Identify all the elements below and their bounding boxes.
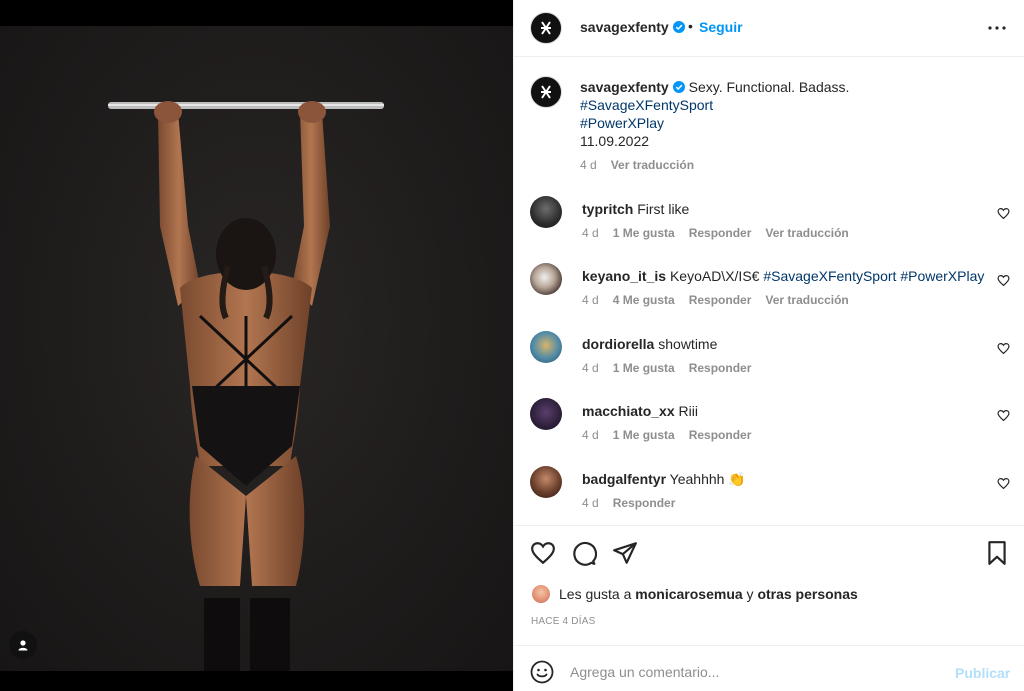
comment-time[interactable]: 4 d xyxy=(582,226,599,240)
heart-icon[interactable] xyxy=(997,477,1010,490)
likes-summary: Les gusta a monicarosemua y otras person… xyxy=(531,584,858,604)
separator-dot: • xyxy=(688,18,693,34)
comment-body: KeyoAD\X/IS€ xyxy=(669,268,760,284)
author-username[interactable]: savagexfenty xyxy=(580,19,685,35)
comment-time[interactable]: 4 d xyxy=(582,428,599,442)
follow-button[interactable]: Seguir xyxy=(699,19,743,35)
comment-text: macchiato_xx Riii xyxy=(582,402,982,420)
comment-meta: 4 d 1 Me gusta Responder Ver traducción xyxy=(582,226,863,240)
reply-button[interactable]: Responder xyxy=(689,361,752,375)
comment-body: Riii xyxy=(678,403,698,419)
comment-icon[interactable] xyxy=(571,540,597,566)
comment-meta: 4 d 4 Me gusta Responder Ver traducción xyxy=(582,293,863,307)
comment-item: macchiato_xx Riii 4 d 1 Me gusta Responder xyxy=(514,398,1024,458)
emoji-icon[interactable] xyxy=(530,660,554,684)
post-header: savagexfenty • Seguir xyxy=(514,0,1024,57)
hashtag-link[interactable]: #PowerXPlay xyxy=(580,114,1000,132)
commenter-username[interactable]: badgalfentyr xyxy=(582,471,666,487)
comment-likes[interactable]: 4 Me gusta xyxy=(613,293,675,307)
see-translation-link[interactable]: Ver traducción xyxy=(611,158,694,172)
share-icon[interactable] xyxy=(612,540,638,566)
post-media xyxy=(0,0,513,691)
caption-date: 11.09.2022 xyxy=(580,133,650,149)
heart-icon[interactable] xyxy=(997,342,1010,355)
caption-meta: 4 d Ver traducción xyxy=(580,156,1000,174)
caption-time[interactable]: 4 d xyxy=(580,158,597,172)
commenter-avatar[interactable] xyxy=(530,398,562,430)
see-translation-link[interactable]: Ver traducción xyxy=(765,226,848,240)
commenter-username[interactable]: keyano_it_is xyxy=(582,268,666,284)
post-sidebar: savagexfenty • Seguir savagexfenty Sexy.… xyxy=(513,0,1024,691)
commenter-avatar[interactable] xyxy=(530,466,562,498)
bookmark-icon[interactable] xyxy=(984,540,1010,566)
commenter-avatar[interactable] xyxy=(530,263,562,295)
comment-body: First like xyxy=(637,201,690,217)
photo-illustration xyxy=(108,101,384,671)
comment-likes[interactable]: 1 Me gusta xyxy=(613,361,675,375)
post-time-ago[interactable]: HACE 4 DÍAS xyxy=(531,616,595,627)
comment-text: keyano_it_is KeyoAD\X/IS€ #SavageXFentyS… xyxy=(582,267,984,285)
likes-prefix: Les gusta a xyxy=(559,586,632,602)
comment-item: dordiorella showtime 4 d 1 Me gusta Respon… xyxy=(514,331,1024,391)
likes-joiner: y xyxy=(746,586,754,602)
author-avatar[interactable] xyxy=(530,12,562,44)
commenter-username[interactable]: dordiorella xyxy=(582,336,654,352)
verified-badge-icon xyxy=(672,21,685,33)
liker-avatar[interactable] xyxy=(531,584,551,604)
user-tag-icon[interactable] xyxy=(9,631,37,659)
reply-button[interactable]: Responder xyxy=(689,293,752,307)
comment-time[interactable]: 4 d xyxy=(582,361,599,375)
verified-badge-icon xyxy=(672,81,685,93)
caption-text: Sexy. Functional. Badass. xyxy=(688,79,850,95)
comment-meta: 4 d 1 Me gusta Responder xyxy=(582,361,765,375)
comment-body: Yeahhhh 👏 xyxy=(669,471,746,487)
publish-button[interactable]: Publicar xyxy=(955,665,1010,681)
see-translation-link[interactable]: Ver traducción xyxy=(765,293,848,307)
comment-item: keyano_it_is KeyoAD\X/IS€ #SavageXFentyS… xyxy=(514,263,1024,323)
comment-body: showtime xyxy=(658,336,718,352)
more-options-icon[interactable] xyxy=(985,16,1009,40)
heart-icon[interactable] xyxy=(997,207,1010,220)
comment-input[interactable] xyxy=(570,659,940,685)
liker-username[interactable]: monicarosemua xyxy=(635,586,742,602)
commenter-avatar[interactable] xyxy=(530,196,562,228)
commenter-avatar[interactable] xyxy=(530,331,562,363)
hashtag-link[interactable]: #SavageXFentySport xyxy=(580,96,1000,114)
reply-button[interactable]: Responder xyxy=(613,496,676,510)
heart-icon[interactable] xyxy=(997,409,1010,422)
heart-icon[interactable] xyxy=(530,540,556,566)
comment-likes[interactable]: 1 Me gusta xyxy=(613,226,675,240)
comment-text: typritch First like xyxy=(582,200,982,218)
comment-item: typritch First like 4 d 1 Me gusta Respond… xyxy=(514,196,1024,256)
comment-item: badgalfentyr Yeahhhh 👏 4 d Responder xyxy=(514,466,1024,526)
reply-button[interactable]: Responder xyxy=(689,428,752,442)
caption-author[interactable]: savagexfenty xyxy=(580,79,669,95)
comment-composer: Publicar xyxy=(514,645,1024,691)
comment-meta: 4 d Responder xyxy=(582,496,689,510)
comment-time[interactable]: 4 d xyxy=(582,496,599,510)
caption-author-avatar[interactable] xyxy=(530,76,562,108)
reply-button[interactable]: Responder xyxy=(689,226,752,240)
comment-time[interactable]: 4 d xyxy=(582,293,599,307)
commenter-username[interactable]: macchiato_xx xyxy=(582,403,675,419)
post-actions: Les gusta a monicarosemua y otras person… xyxy=(514,525,1024,665)
caption-body: savagexfenty Sexy. Functional. Badass. #… xyxy=(580,78,1000,174)
post-photo[interactable] xyxy=(0,26,513,671)
comment-likes[interactable]: 1 Me gusta xyxy=(613,428,675,442)
comment-text: dordiorella showtime xyxy=(582,335,982,353)
others-link[interactable]: otras personas xyxy=(757,586,857,602)
commenter-username[interactable]: typritch xyxy=(582,201,633,217)
comment-meta: 4 d 1 Me gusta Responder xyxy=(582,428,765,442)
comment-text: badgalfentyr Yeahhhh 👏 xyxy=(582,470,982,488)
heart-icon[interactable] xyxy=(997,274,1010,287)
hashtag-link[interactable]: #SavageXFentySport #PowerXPlay xyxy=(763,268,984,284)
